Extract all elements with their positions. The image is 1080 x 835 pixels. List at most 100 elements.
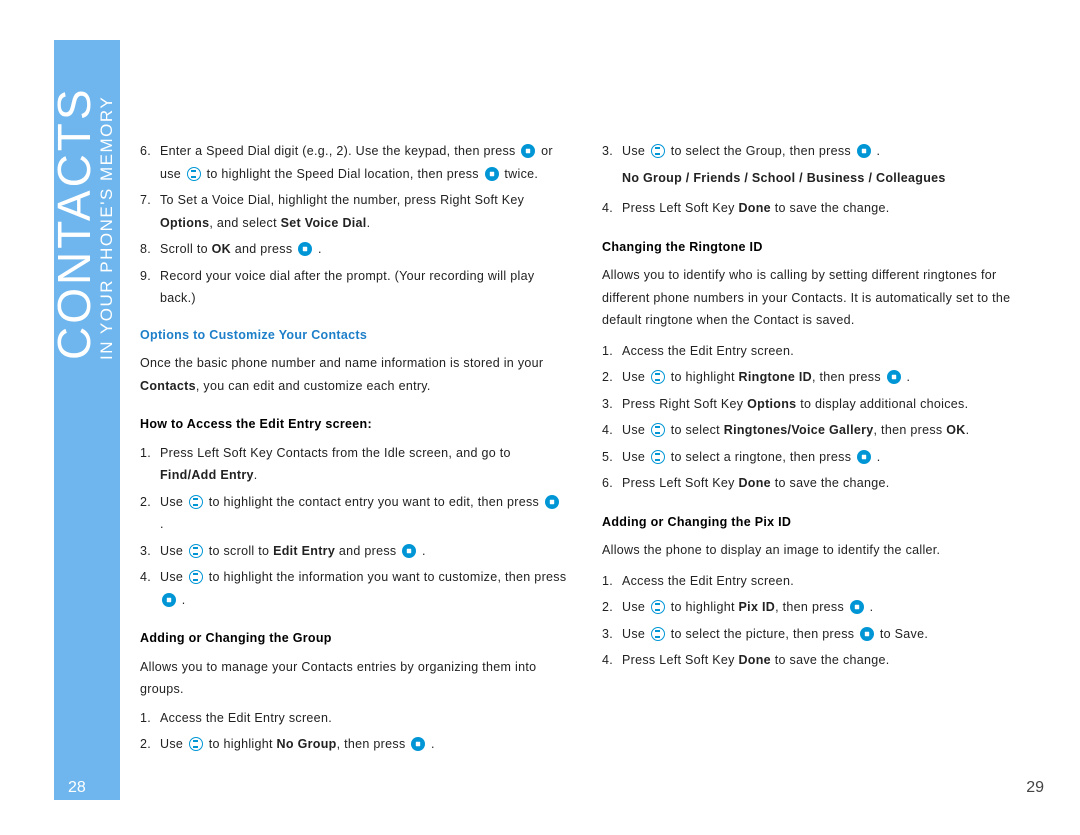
menu-ok-icon: [162, 593, 176, 607]
section-heading-options: Options to Customize Your Contacts: [140, 324, 568, 347]
nav-icon: [187, 167, 201, 181]
bold: OK: [946, 423, 965, 437]
text: Once the basic phone number and name inf…: [140, 356, 543, 370]
pix-step-3: 3. Use to select the picture, then press…: [602, 623, 1030, 646]
menu-ok-icon: [860, 627, 874, 641]
text: to save the change.: [775, 201, 890, 215]
text: Access the Edit Entry screen.: [160, 707, 568, 730]
text: to Save.: [880, 627, 928, 641]
edit-step-2: 2. Use to highlight the contact entry yo…: [140, 491, 568, 536]
text: Press Left Soft Key Contacts from the Id…: [160, 446, 511, 460]
edit-step-4: 4. Use to highlight the information you …: [140, 566, 568, 611]
text: to display additional choices.: [800, 397, 968, 411]
bold: Pix ID: [739, 600, 776, 614]
edit-step-1: 1. Press Left Soft Key Contacts from the…: [140, 442, 568, 487]
text: Press Left Soft Key: [622, 476, 735, 490]
nav-icon: [651, 627, 665, 641]
bold: Ringtone ID: [739, 370, 812, 384]
text: Scroll to: [160, 242, 208, 256]
text: to save the change.: [775, 476, 890, 490]
paragraph: Once the basic phone number and name inf…: [140, 352, 568, 397]
page-number-left: 28: [68, 779, 86, 797]
subheading-group: Adding or Changing the Group: [140, 627, 568, 650]
ring-step-6: 6. Press Left Soft Key Done to save the …: [602, 472, 1030, 495]
text: , then press: [337, 737, 406, 751]
text: Use: [160, 570, 183, 584]
group-step-4: 4. Press Left Soft Key Done to save the …: [602, 197, 1030, 220]
group-step-3: 3. Use to select the Group, then press .: [602, 140, 1030, 163]
text: to highlight: [671, 370, 735, 384]
menu-ok-icon: [485, 167, 499, 181]
text: Record your voice dial after the prompt.…: [160, 265, 568, 310]
group-step-2: 2. Use to highlight No Group, then press…: [140, 733, 568, 756]
document-spread: CONTACTS IN YOUR PHONE'S MEMORY 6. Enter…: [0, 0, 1080, 835]
nav-icon: [189, 495, 203, 509]
bold: Done: [738, 201, 770, 215]
subheading-ringtone: Changing the Ringtone ID: [602, 236, 1030, 259]
menu-ok-icon: [887, 370, 901, 384]
left-column: 6. Enter a Speed Dial digit (e.g., 2). U…: [140, 140, 568, 760]
subheading-pix: Adding or Changing the Pix ID: [602, 511, 1030, 534]
subheading-edit-entry: How to Access the Edit Entry screen:: [140, 413, 568, 436]
text: Enter a Speed Dial digit (e.g., 2). Use …: [160, 144, 516, 158]
menu-ok-icon: [857, 450, 871, 464]
menu-ok-icon: [545, 495, 559, 509]
text: Use: [622, 423, 645, 437]
right-column: 3. Use to select the Group, then press .…: [602, 140, 1030, 760]
text: to select the picture, then press: [671, 627, 855, 641]
menu-ok-icon: [850, 600, 864, 614]
text: Press Left Soft Key: [622, 201, 735, 215]
menu-ok-icon: [521, 144, 535, 158]
text: and press: [339, 544, 397, 558]
text: Access the Edit Entry screen.: [622, 340, 1030, 363]
paragraph: Allows the phone to display an image to …: [602, 539, 1030, 562]
menu-ok-icon: [298, 242, 312, 256]
step-6: 6. Enter a Speed Dial digit (e.g., 2). U…: [140, 140, 568, 185]
text: Use: [622, 144, 645, 158]
text: to highlight the information you want to…: [209, 570, 567, 584]
bold: Options: [160, 216, 209, 230]
group-options-bold: No Group / Friends / School / Business /…: [622, 171, 946, 185]
text: to select the Group, then press: [671, 144, 851, 158]
bold: Done: [738, 653, 770, 667]
text: to highlight: [671, 600, 735, 614]
group-step-1: 1. Access the Edit Entry screen.: [140, 707, 568, 730]
menu-ok-icon: [411, 737, 425, 751]
text: Press Right Soft Key: [622, 397, 743, 411]
bold: Options: [747, 397, 796, 411]
text: To Set a Voice Dial, highlight the numbe…: [160, 193, 524, 207]
nav-icon: [651, 144, 665, 158]
text: Use: [160, 544, 183, 558]
text: , you can edit and customize each entry.: [196, 379, 431, 393]
paragraph: Allows you to identify who is calling by…: [602, 264, 1030, 332]
menu-ok-icon: [857, 144, 871, 158]
sidebar-tab: CONTACTS IN YOUR PHONE'S MEMORY: [54, 40, 120, 800]
nav-icon: [651, 423, 665, 437]
text: Use: [622, 600, 645, 614]
page-number-right: 29: [1026, 779, 1044, 797]
bold: No Group: [277, 737, 337, 751]
text: , and select: [209, 216, 277, 230]
text: , then press: [775, 600, 844, 614]
menu-ok-icon: [402, 544, 416, 558]
edit-step-3: 3. Use to scroll to Edit Entry and press…: [140, 540, 568, 563]
ring-step-5: 5. Use to select a ringtone, then press …: [602, 446, 1030, 469]
text: Use: [160, 737, 183, 751]
text: Use: [160, 495, 183, 509]
pix-step-1: 1. Access the Edit Entry screen.: [602, 570, 1030, 593]
step-7: 7. To Set a Voice Dial, highlight the nu…: [140, 189, 568, 234]
text: , then press: [812, 370, 881, 384]
bold: Done: [738, 476, 770, 490]
text: , then press: [874, 423, 943, 437]
pix-step-2: 2. Use to highlight Pix ID, then press .: [602, 596, 1030, 619]
nav-icon: [189, 544, 203, 558]
sidebar-subtitle: IN YOUR PHONE'S MEMORY: [97, 96, 116, 360]
text: to select: [671, 423, 720, 437]
bold: Contacts: [140, 379, 196, 393]
bold: Find/Add Entry: [160, 468, 254, 482]
step-8: 8. Scroll to OK and press .: [140, 238, 568, 261]
text: to highlight: [209, 737, 273, 751]
sidebar-title: CONTACTS: [54, 86, 100, 360]
bold: Edit Entry: [273, 544, 335, 558]
text: Use: [622, 370, 645, 384]
